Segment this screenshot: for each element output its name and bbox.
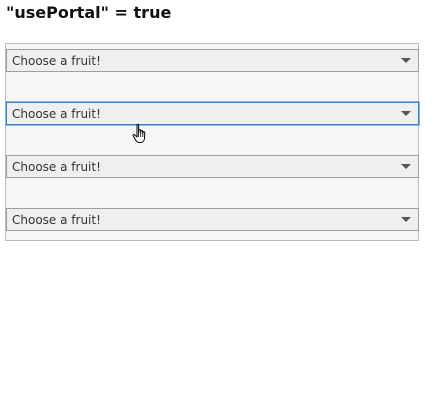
hand-pointer-icon xyxy=(132,123,146,143)
fruit-select-placeholder: Choose a fruit! xyxy=(12,159,101,174)
chevron-down-icon xyxy=(401,58,411,63)
page-title: "usePortal" = true xyxy=(6,3,172,22)
select-panel: Choose a fruit! Choose a fruit! Choose a… xyxy=(5,43,419,241)
chevron-down-icon xyxy=(401,111,411,116)
chevron-down-icon xyxy=(401,164,411,169)
fruit-select-placeholder: Choose a fruit! xyxy=(12,212,101,227)
fruit-select-1[interactable]: Choose a fruit! xyxy=(6,49,419,72)
fruit-select-4[interactable]: Choose a fruit! xyxy=(6,208,419,231)
fruit-select-placeholder: Choose a fruit! xyxy=(12,106,101,121)
fruit-select-placeholder: Choose a fruit! xyxy=(12,53,101,68)
fruit-select-3[interactable]: Choose a fruit! xyxy=(6,155,419,178)
chevron-down-icon xyxy=(401,217,411,222)
fruit-select-2[interactable]: Choose a fruit! xyxy=(6,102,419,125)
